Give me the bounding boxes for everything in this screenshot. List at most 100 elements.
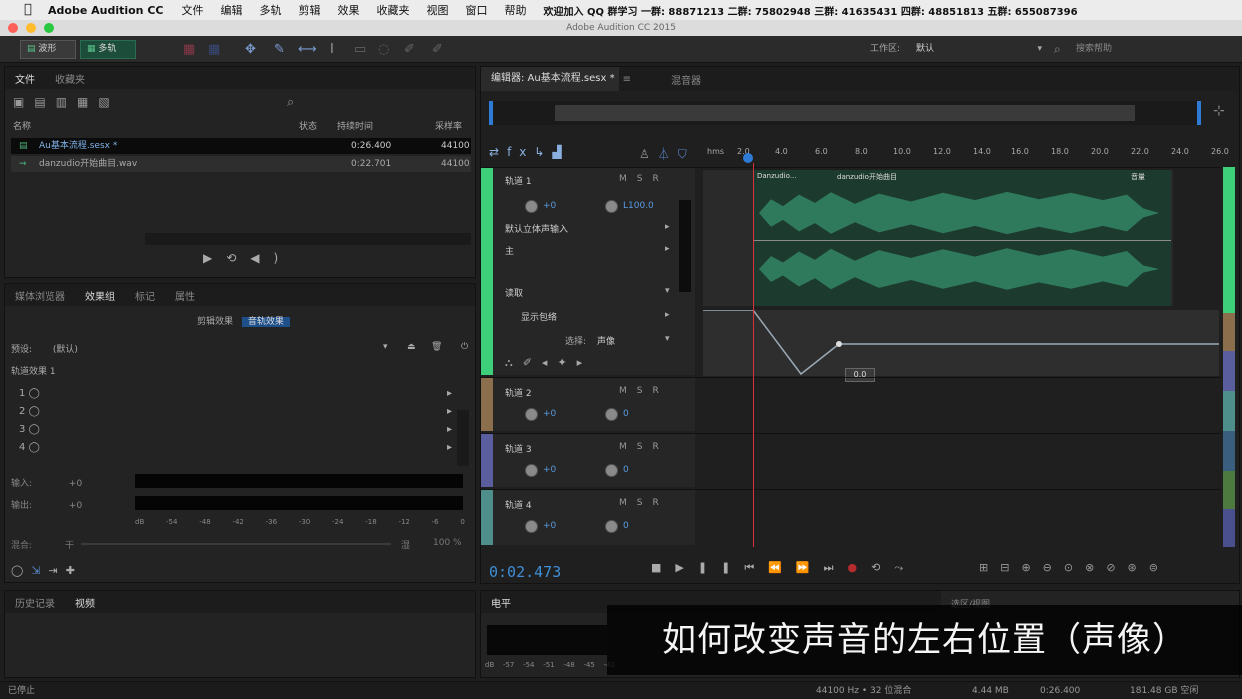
time-selection-tool-icon[interactable]: I — [330, 36, 334, 63]
pan-envelope[interactable] — [703, 310, 1219, 376]
spot-heal-tool-icon[interactable]: ✐ — [432, 36, 443, 63]
table-row[interactable]: danzudio开始曲目.wav ⇝ 0:22.701 44100 — [11, 156, 471, 172]
arm-button[interactable]: R — [652, 498, 668, 508]
speaker-icon[interactable]: ◀) — [250, 251, 292, 265]
rack-scrollbar[interactable] — [457, 410, 469, 466]
volume-knob[interactable] — [525, 408, 538, 421]
track-name[interactable]: 轨道 3 — [505, 442, 532, 455]
zoom-window-icon[interactable] — [44, 23, 54, 33]
volume-value[interactable]: +0 — [543, 465, 556, 475]
playhead-line[interactable] — [753, 163, 754, 547]
search-help-input[interactable]: 搜索帮助 — [1076, 36, 1112, 63]
new-file-icon[interactable]: ▣ — [13, 95, 34, 109]
mute-button[interactable]: M — [619, 442, 637, 452]
navigator-thumb[interactable] — [555, 105, 1135, 121]
time-ruler[interactable]: hms 2.0 4.0 6.0 8.0 10.0 12.0 14.0 16.0 … — [703, 147, 1239, 163]
rewind-icon[interactable]: ⏪ — [768, 561, 796, 574]
pan-knob[interactable] — [605, 408, 618, 421]
pan-knob[interactable] — [605, 464, 618, 477]
pen-icon[interactable]: ✐ — [523, 356, 542, 369]
power-icon[interactable]: ◯ — [11, 564, 31, 577]
pan-value[interactable]: 0 — [623, 465, 629, 475]
tab-properties[interactable]: 属性 — [165, 288, 205, 303]
brush-tool-icon[interactable]: ✐ — [404, 36, 415, 63]
tab-markers[interactable]: 标记 — [125, 288, 165, 303]
lock-icon[interactable]: ⛉ — [678, 147, 695, 161]
solo-button[interactable]: S — [637, 386, 653, 396]
arm-button[interactable]: R — [652, 386, 668, 396]
menu-edit[interactable]: 编辑 — [221, 2, 243, 18]
col-rate[interactable]: 采样率 — [435, 119, 462, 135]
current-time[interactable]: 0:02.473 — [489, 563, 561, 581]
record-icon[interactable]: ● — [848, 561, 872, 574]
effect-slot[interactable]: 1 ◯ ▸ — [19, 388, 452, 399]
tab-history[interactable]: 历史记录 — [5, 595, 65, 610]
col-status[interactable]: 状态 — [299, 119, 317, 135]
eq-icon[interactable]: ▟ — [552, 145, 569, 159]
insert-icon[interactable]: ▦ — [77, 95, 98, 109]
col-duration[interactable]: 持续时间 — [337, 119, 373, 135]
pan-value[interactable]: L100.0 — [623, 201, 654, 211]
tab-media-browser[interactable]: 媒体浏览器 — [5, 288, 75, 303]
files-scrollbar[interactable] — [145, 233, 471, 245]
lasso-tool-icon[interactable]: ◌ — [378, 36, 389, 63]
playhead-handle[interactable] — [743, 153, 753, 163]
close-window-icon[interactable] — [8, 23, 18, 33]
move-tool-icon[interactable]: ✥ — [245, 36, 256, 63]
menu-multitrack[interactable]: 多轨 — [260, 2, 282, 18]
effect-slot[interactable]: 3 ◯ ▸ — [19, 424, 452, 435]
fast-forward-icon[interactable]: ⏩ — [796, 561, 824, 574]
add-keyframe-icon[interactable]: ✦ — [557, 356, 576, 369]
apple-icon[interactable]:  — [24, 3, 38, 17]
waveform-view-button[interactable]: ▤ 波形 — [20, 40, 76, 59]
power-icon[interactable]: ◯ — [29, 406, 40, 417]
menu-file[interactable]: 文件 — [182, 2, 204, 18]
tab-favorites[interactable]: 收藏夹 — [45, 71, 95, 86]
tab-editor[interactable]: 编辑器: Au基本流程.sesx * — [481, 67, 619, 91]
zoom-tracks-icon[interactable]: ⊜ — [1149, 561, 1170, 574]
save-preset-icon[interactable]: ⏏ — [407, 342, 416, 352]
add-icon[interactable]: ✚ — [66, 564, 83, 577]
power-icon[interactable]: ⏻ — [461, 342, 468, 352]
track-name[interactable]: 轨道 4 — [505, 498, 532, 511]
menu-app-name[interactable]: Adobe Audition CC — [48, 4, 164, 17]
menu-help[interactable]: 帮助 — [505, 2, 527, 18]
zoom-out-amplitude-icon[interactable]: ⊟ — [1000, 561, 1021, 574]
play-icon[interactable]: ▶ — [203, 251, 226, 265]
multitrack-view-button[interactable]: ▦ 多轨 — [80, 40, 136, 59]
solo-button[interactable]: S — [637, 442, 653, 452]
zoom-out-time-icon[interactable]: ⊖ — [1043, 561, 1064, 574]
show-envelopes-select[interactable]: 显示包络 — [521, 310, 557, 323]
slip-tool-icon[interactable]: ⟷ — [298, 36, 317, 63]
zoom-out-point-icon[interactable]: ⊘ — [1106, 561, 1127, 574]
track-name[interactable]: 轨道 1 — [505, 174, 532, 187]
mute-button[interactable]: M — [619, 386, 637, 396]
apply-icon[interactable]: ⇲ — [31, 564, 48, 577]
marquee-tool-icon[interactable]: ▭ — [354, 36, 366, 63]
input-knob-value[interactable]: +0 — [69, 479, 82, 489]
zoom-selection-icon[interactable]: ⊛ — [1128, 561, 1149, 574]
search-icon[interactable]: ⌕ — [287, 95, 294, 110]
zoom-in-time-icon[interactable]: ⊕ — [1021, 561, 1042, 574]
solo-button[interactable]: S — [637, 498, 653, 508]
volume-value[interactable]: +0 — [543, 521, 556, 531]
volume-knob[interactable] — [525, 200, 538, 213]
razor-tool-icon[interactable]: ✎ — [274, 36, 285, 63]
effect-slot[interactable]: 4 ◯ ▸ — [19, 442, 452, 453]
volume-knob[interactable] — [525, 520, 538, 533]
minimize-window-icon[interactable] — [26, 23, 36, 33]
pan-value[interactable]: 0 — [623, 521, 629, 531]
pan-value[interactable]: 0 — [623, 409, 629, 419]
pan-knob[interactable] — [605, 200, 618, 213]
pan-knob[interactable] — [605, 520, 618, 533]
metronome-icon[interactable]: ♙ — [639, 147, 658, 161]
tab-video[interactable]: 视频 — [65, 595, 105, 610]
tab-levels[interactable]: 电平 — [481, 595, 521, 610]
tab-files[interactable]: 文件 — [5, 71, 45, 86]
menu-favorites[interactable]: 收藏夹 — [377, 2, 410, 18]
import-icon[interactable]: ▥ — [56, 95, 77, 109]
sends-icon[interactable]: ↳ — [534, 145, 552, 159]
skip-icon[interactable]: ⤳ — [894, 561, 917, 574]
menu-effects[interactable]: 效果 — [338, 2, 360, 18]
input-select[interactable]: 默认立体声输入 — [505, 222, 568, 235]
